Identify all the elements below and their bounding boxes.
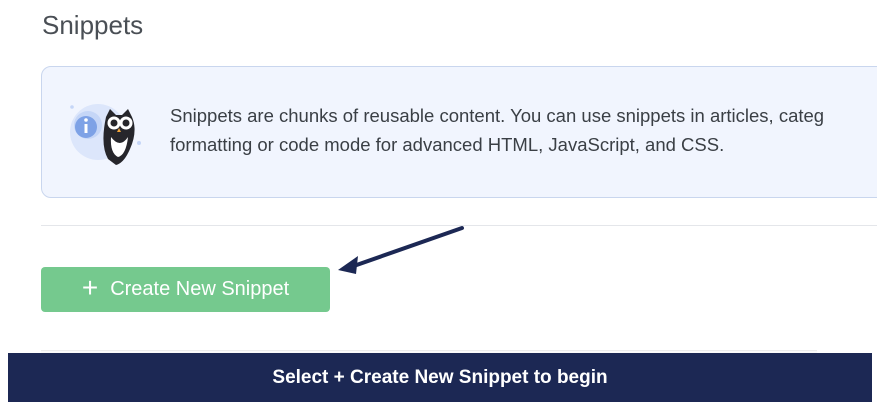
- instruction-banner: Select + Create New Snippet to begin: [8, 353, 872, 402]
- annotation-arrow-icon: [338, 226, 464, 274]
- owl-info-icon: [70, 104, 141, 165]
- plus-icon: +: [81, 272, 99, 303]
- info-panel: Snippets are chunks of reusable content.…: [41, 66, 877, 198]
- create-new-snippet-label: Create New Snippet: [110, 278, 290, 300]
- page-title: Snippets: [42, 10, 144, 40]
- info-text: Snippets are chunks of reusable content.…: [170, 105, 825, 155]
- create-new-snippet-button[interactable]: + Create New Snippet: [41, 267, 330, 312]
